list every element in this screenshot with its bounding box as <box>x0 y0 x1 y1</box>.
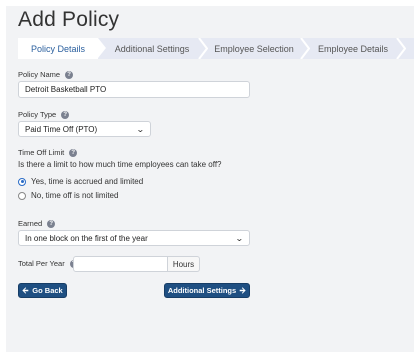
policy-type-label-text: Policy Type <box>18 110 56 119</box>
additional-settings-label: Additional Settings <box>168 286 236 295</box>
step-employee-selection[interactable]: Employee Selection <box>208 38 300 59</box>
radio-label: Yes, time is accrued and limited <box>31 177 143 186</box>
radio-label: No, time off is not limited <box>31 191 118 200</box>
arrow-left-icon <box>22 287 29 294</box>
page: Add Policy Policy Details Additional Set… <box>0 0 420 358</box>
step-separator <box>396 38 406 59</box>
chevron-down-icon: ⌄ <box>235 234 244 243</box>
radio-option-limited[interactable]: Yes, time is accrued and limited <box>18 177 143 186</box>
page-title: Add Policy <box>18 8 119 32</box>
step-label: Employee Details <box>318 44 388 54</box>
go-back-button[interactable]: Go Back <box>18 283 67 298</box>
policy-name-value: Detroit Basketball PTO <box>25 85 106 94</box>
radio-button-checked[interactable] <box>18 178 26 186</box>
policy-name-label: Policy Name ? <box>18 70 73 79</box>
chevron-down-icon: ⌄ <box>136 125 145 134</box>
total-per-year-label-text: Total Per Year <box>18 259 65 268</box>
hours-unit-addon: Hours <box>168 256 200 272</box>
earned-label: Earned ? <box>18 219 55 228</box>
policy-type-select[interactable]: Paid Time Off (PTO) ⌄ <box>18 121 151 137</box>
policy-type-value: Paid Time Off (PTO) <box>25 125 97 134</box>
arrow-right-icon <box>239 287 246 294</box>
step-policy-details[interactable]: Policy Details <box>18 38 98 59</box>
step-employee-details[interactable]: Employee Details <box>310 38 396 59</box>
step-separator <box>198 38 208 59</box>
earned-label-text: Earned <box>18 219 42 228</box>
question-circle-icon[interactable]: ? <box>47 220 55 228</box>
step-separator <box>300 38 310 59</box>
question-circle-icon[interactable]: ? <box>69 149 77 157</box>
total-per-year-label: Total Per Year ? <box>18 259 78 268</box>
question-circle-icon[interactable]: ? <box>61 111 69 119</box>
total-per-year-input[interactable] <box>73 256 168 272</box>
time-off-limit-label-text: Time Off Limit <box>18 148 64 157</box>
radio-button[interactable] <box>18 192 26 200</box>
step-label: Additional Settings <box>115 44 190 54</box>
additional-settings-button[interactable]: Additional Settings <box>164 283 250 298</box>
policy-type-label: Policy Type ? <box>18 110 69 119</box>
time-off-limit-question: Is there a limit to how much time employ… <box>18 160 222 169</box>
time-off-limit-label: Time Off Limit ? <box>18 148 77 157</box>
step-label: Policy Details <box>31 44 85 54</box>
earned-select[interactable]: In one block on the first of the year ⌄ <box>18 230 250 246</box>
step-additional-settings[interactable]: Additional Settings <box>106 38 198 59</box>
step-label: Employee Selection <box>214 44 294 54</box>
wizard-steps: Policy Details Additional Settings Emplo… <box>18 38 414 59</box>
policy-name-label-text: Policy Name <box>18 70 60 79</box>
step-arrow <box>98 38 106 58</box>
radio-option-unlimited[interactable]: No, time off is not limited <box>18 191 118 200</box>
question-circle-icon[interactable]: ? <box>65 71 73 79</box>
hours-unit-label: Hours <box>173 260 194 269</box>
go-back-label: Go Back <box>32 286 62 295</box>
earned-value: In one block on the first of the year <box>25 234 148 243</box>
policy-name-input[interactable]: Detroit Basketball PTO <box>18 81 250 98</box>
